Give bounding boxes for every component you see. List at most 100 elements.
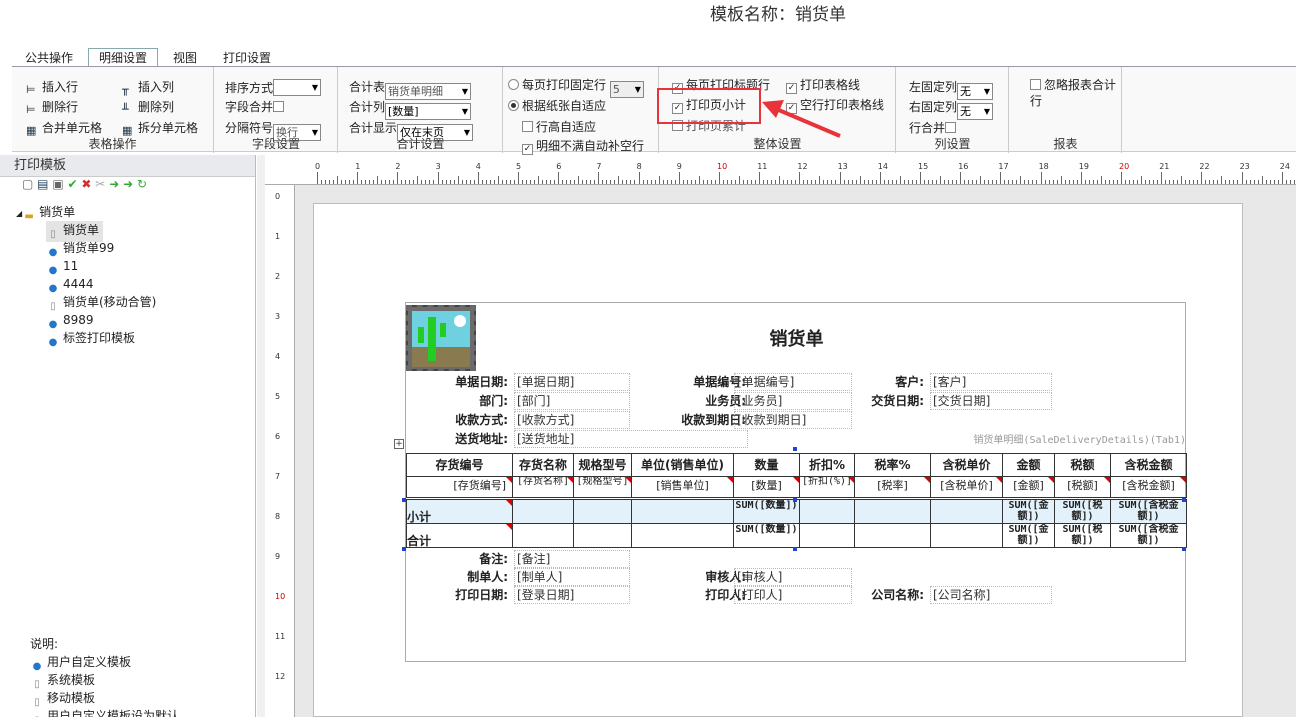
column-header: 存货名称	[512, 453, 574, 477]
ruler-number: 3	[435, 162, 441, 171]
ruler-number: 9	[275, 552, 281, 561]
row-height-checkbox[interactable]	[522, 121, 533, 132]
total-table-select[interactable]: 销货单明细	[385, 83, 472, 100]
row-height-option[interactable]: 行高自适应	[522, 119, 596, 135]
delete-col-button[interactable]: ╨ 删除列	[122, 99, 174, 116]
ribbon-tabs: 公共操作 明细设置 视图 打印设置	[14, 48, 286, 68]
delete-row-button[interactable]: ⊨ 删除行	[26, 99, 78, 116]
auto-fit-radio[interactable]	[508, 100, 519, 111]
ruler-tick	[373, 180, 375, 184]
group-label: 表格操作	[88, 137, 137, 151]
ruler-tick	[642, 180, 644, 184]
ruler-tick	[582, 180, 584, 184]
ruler-tick	[566, 180, 568, 184]
tab-view[interactable]: 视图	[162, 48, 208, 67]
ruler-tick	[1133, 180, 1134, 184]
delete-row-icon: ⊨	[26, 103, 36, 116]
group-report: 忽略报表合计行 报表	[1010, 67, 1122, 153]
no-fill-option[interactable]: ✓ 明细不满自动补空行	[522, 138, 644, 155]
export-icon[interactable]: ➜	[123, 177, 133, 191]
edit-icon[interactable]: ▤	[37, 177, 48, 191]
selection-handle	[402, 498, 406, 502]
subtotal-cell: 小计	[406, 499, 513, 524]
ruler-number: 1	[275, 232, 281, 241]
field-maker[interactable]: [制单人]	[514, 568, 630, 586]
insert-row-button[interactable]: ⊨ 插入行	[26, 79, 78, 96]
field-printer[interactable]: [打印人]	[734, 586, 852, 604]
ruler-tick	[891, 180, 893, 184]
ruler-tick	[996, 180, 998, 184]
confirm-icon[interactable]: ✔	[68, 177, 78, 191]
ruler-tick	[1201, 172, 1203, 184]
subtotal-cell: SUM([税额])	[1054, 499, 1111, 524]
ruler-tick	[1020, 176, 1022, 184]
fixed-rows-option[interactable]: 每页打印固定行 5	[508, 77, 644, 98]
ruler-tick	[1032, 180, 1034, 184]
fixed-rows-radio[interactable]	[508, 79, 519, 90]
new-icon[interactable]: ▢	[22, 177, 33, 191]
panel-splitter[interactable]	[257, 155, 265, 717]
ruler-tick	[429, 180, 431, 184]
auto-fit-option[interactable]: 根据纸张自适应	[508, 98, 606, 114]
no-fill-checkbox[interactable]: ✓	[522, 144, 533, 155]
field-merge-checkbox[interactable]	[273, 101, 285, 112]
tree-item[interactable]: ● 标签打印模板	[46, 329, 135, 350]
field-remark[interactable]: [备注]	[514, 550, 630, 568]
ruler-number: 7	[596, 162, 602, 171]
ignore-merge-option[interactable]: 忽略报表合计行	[1030, 77, 1118, 109]
ruler-number: 14	[877, 162, 888, 171]
ruler-tick	[791, 180, 793, 184]
field-clerk[interactable]: [业务员]	[734, 392, 852, 410]
ruler-tick	[590, 180, 592, 184]
ruler-tick	[485, 180, 487, 184]
ruler-tick	[1245, 180, 1247, 184]
field-delivery_date[interactable]: [交货日期]	[930, 392, 1052, 410]
ruler-tick	[932, 180, 933, 184]
field-checker[interactable]: [审核人]	[734, 568, 852, 586]
print-lines-checkbox[interactable]: ✓	[786, 83, 797, 94]
ruler-tick	[698, 176, 700, 184]
left-fixed-select[interactable]: 无	[957, 83, 994, 100]
ruler-tick	[578, 176, 580, 184]
total-cell: SUM([税额])	[1054, 523, 1111, 548]
print-lines-option[interactable]: ✓ 打印表格线	[786, 77, 860, 94]
cut-icon[interactable]: ✂	[95, 177, 105, 191]
ruler-tick	[1052, 180, 1054, 184]
field-dept[interactable]: [部门]	[514, 392, 630, 410]
move-handle-icon[interactable]: +	[394, 439, 404, 449]
ruler-tick	[807, 180, 809, 184]
field-customer[interactable]: [客户]	[930, 373, 1052, 391]
field-pay_method[interactable]: [收款方式]	[514, 411, 630, 429]
total-cell	[930, 523, 1003, 548]
refresh-icon[interactable]: ↻	[137, 177, 147, 191]
ruler-tick	[719, 172, 720, 184]
field-print_date[interactable]: [登录日期]	[514, 586, 630, 604]
field-ship_addr[interactable]: [送货地址]	[514, 430, 748, 448]
sort-select[interactable]	[273, 79, 322, 96]
insert-col-button[interactable]: ╥ 插入列	[122, 79, 174, 96]
ruler-number: 9	[676, 162, 682, 171]
ruler-tick	[325, 180, 326, 184]
group-col-settings: 左固定列无 右固定列无 行合并 列设置	[897, 67, 1009, 153]
label-maker: 制单人:	[467, 570, 508, 584]
field-pay_due[interactable]: [收款到期日]	[734, 411, 852, 429]
total-col-select[interactable]: [数量]	[385, 103, 472, 120]
tab-detail-settings[interactable]: 明细设置	[88, 48, 159, 68]
right-fixed-select[interactable]: 无	[957, 103, 994, 120]
ruler-tick	[1289, 180, 1291, 184]
delete-icon[interactable]: ✖	[81, 177, 91, 191]
ruler-tick	[1293, 180, 1295, 184]
import-icon[interactable]: ➜	[109, 177, 119, 191]
row-merge-checkbox[interactable]	[945, 122, 957, 133]
copy-icon[interactable]: ▣	[52, 177, 63, 191]
ruler-tick	[1125, 180, 1126, 184]
field-bill_date[interactable]: [单据日期]	[514, 373, 630, 391]
ruler-tick	[735, 180, 736, 184]
fixed-rows-input[interactable]: 5	[609, 81, 644, 98]
selection-handle	[402, 547, 406, 551]
ignore-merge-checkbox[interactable]	[1030, 79, 1041, 90]
field-company[interactable]: [公司名称]	[930, 586, 1052, 604]
field-bill_no[interactable]: [单据编号]	[734, 373, 852, 391]
tab-print-settings[interactable]: 打印设置	[212, 48, 282, 67]
tab-common[interactable]: 公共操作	[14, 48, 84, 67]
